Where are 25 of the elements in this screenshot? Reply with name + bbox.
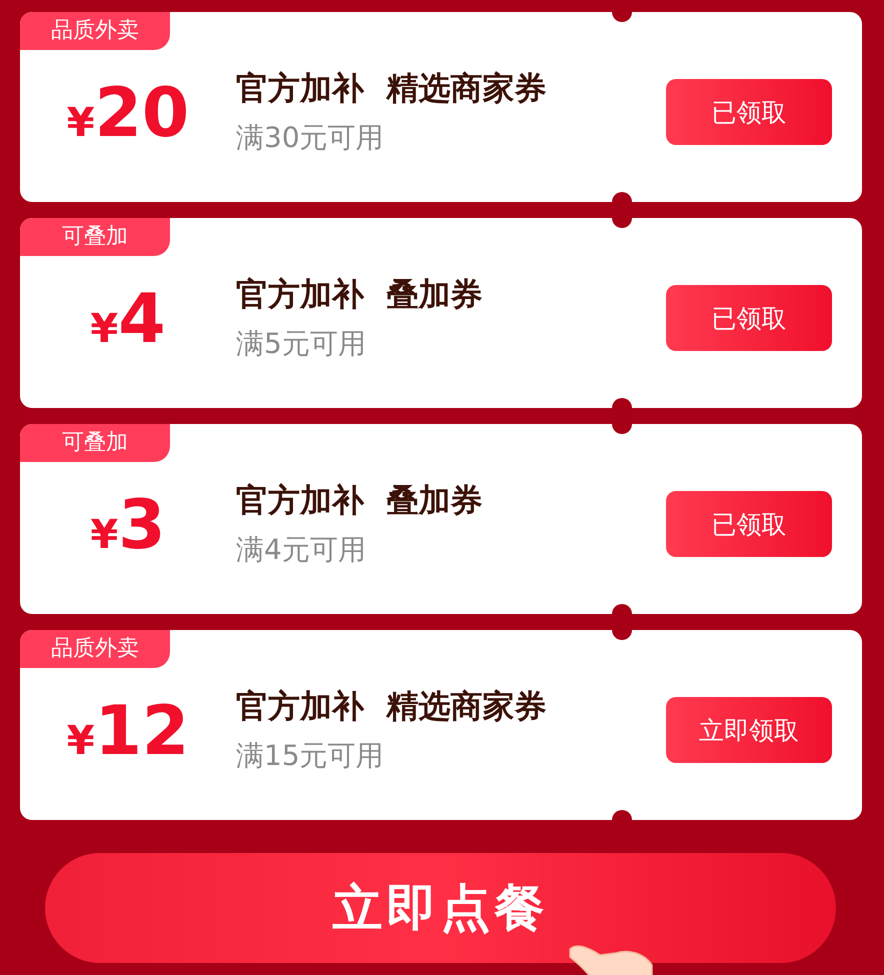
coupon-condition: 满5元可用: [236, 326, 367, 362]
coupon-amount: 12: [94, 698, 190, 766]
coupon-tag: 可叠加: [20, 424, 170, 462]
claim-button[interactable]: 立即领取: [666, 697, 832, 763]
order-button[interactable]: 立即点餐: [45, 853, 836, 963]
coupon-amount: 3: [118, 492, 166, 560]
coupon-condition: 满30元可用: [236, 120, 385, 156]
coupon-condition: 满15元可用: [236, 738, 385, 774]
coupon-title: 官方加补 精选商家券: [236, 686, 548, 727]
claim-button[interactable]: 已领取: [666, 491, 832, 557]
claim-button[interactable]: 已领取: [666, 79, 832, 145]
coupon-amount: 20: [94, 80, 190, 148]
claim-button[interactable]: 已领取: [666, 285, 832, 351]
coupon-tag: 可叠加: [20, 218, 170, 256]
coupon-amount: 4: [118, 286, 166, 354]
currency-symbol: ¥: [90, 512, 118, 558]
currency-symbol: ¥: [66, 100, 95, 146]
coupon-title: 官方加补 精选商家券: [236, 68, 548, 109]
coupon-title: 官方加补 叠加券: [236, 274, 484, 315]
coupon-title: 官方加补 叠加券: [236, 480, 484, 521]
coupon-tag: 品质外卖: [20, 630, 170, 668]
coupon-condition: 满4元可用: [236, 532, 367, 568]
currency-symbol: ¥: [90, 306, 118, 352]
currency-symbol: ¥: [66, 718, 95, 764]
coupon-tag: 品质外卖: [20, 12, 170, 50]
